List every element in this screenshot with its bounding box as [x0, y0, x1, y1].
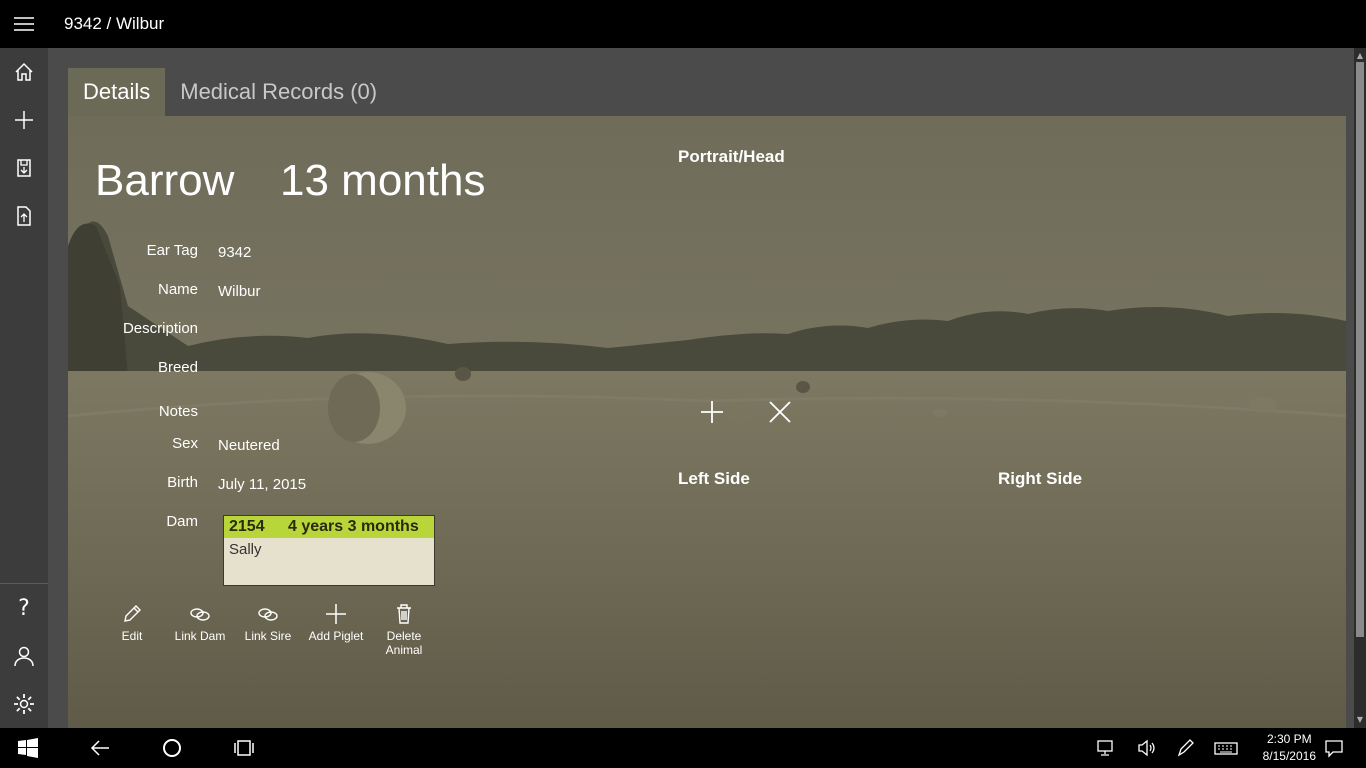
- add-icon: [326, 604, 346, 624]
- title-bar: 9342 / Wilbur: [0, 0, 1366, 48]
- add-piglet-button[interactable]: Add Piglet: [301, 603, 371, 643]
- add-icon: [701, 401, 723, 423]
- label-name: Name: [157, 281, 198, 298]
- taskbar: 2:30 PM 8/15/2016: [0, 728, 1366, 768]
- task-view-icon[interactable]: [224, 728, 264, 768]
- taskbar-clock[interactable]: 2:30 PM 8/15/2016: [1263, 731, 1316, 765]
- tab-strip: Details Medical Records (0): [68, 68, 392, 116]
- windows-start-icon[interactable]: [8, 728, 48, 768]
- close-icon: [769, 401, 791, 423]
- dam-name: Sally: [229, 541, 262, 558]
- edit-button[interactable]: Edit: [97, 603, 167, 643]
- link-icon: [258, 608, 278, 621]
- dam-card-header: 2154 4 years 3 months: [224, 516, 434, 538]
- link-sire-button[interactable]: Link Sire: [233, 603, 303, 643]
- action-center-icon[interactable]: [1322, 728, 1346, 768]
- scroll-down-icon[interactable]: ▼: [1354, 714, 1366, 726]
- label-dam: Dam: [166, 513, 198, 530]
- volume-icon[interactable]: [1134, 728, 1158, 768]
- tab-medical-records[interactable]: Medical Records (0): [165, 68, 392, 116]
- settings-icon[interactable]: [0, 680, 48, 728]
- value-ear-tag: 9342: [218, 244, 252, 261]
- dam-age: 4 years 3 months: [288, 518, 419, 535]
- nav-rail: ?: [0, 48, 48, 728]
- value-name: Wilbur: [218, 283, 261, 300]
- delete-animal-button-label: Delete Animal: [385, 629, 423, 657]
- user-icon[interactable]: [0, 632, 48, 680]
- remove-photo-button[interactable]: [768, 400, 792, 424]
- value-sex: Neutered: [218, 437, 280, 454]
- delete-animal-button[interactable]: Delete Animal: [369, 603, 439, 657]
- cortana-icon[interactable]: [152, 728, 192, 768]
- network-icon[interactable]: [1094, 728, 1118, 768]
- help-icon[interactable]: ?: [0, 584, 48, 632]
- add-icon[interactable]: [0, 96, 48, 144]
- value-birth: July 11, 2015: [218, 476, 307, 493]
- link-sire-button-label: Link Sire: [244, 629, 292, 643]
- add-photo-button[interactable]: [700, 400, 724, 424]
- link-icon: [190, 608, 210, 621]
- link-dam-button[interactable]: Link Dam: [165, 603, 235, 643]
- pencil-icon: [124, 605, 141, 622]
- vertical-scrollbar[interactable]: ▲ ▼: [1354, 48, 1366, 728]
- scroll-thumb[interactable]: [1356, 62, 1364, 637]
- label-breed: Breed: [157, 359, 198, 376]
- edit-button-label: Edit: [121, 629, 143, 643]
- pen-workspace-icon[interactable]: [1174, 728, 1198, 768]
- clock-time: 2:30 PM: [1266, 732, 1312, 746]
- hamburger-menu-icon[interactable]: [0, 0, 48, 48]
- page-title: 9342 / Wilbur: [64, 14, 165, 33]
- add-piglet-button-label: Add Piglet: [308, 629, 364, 643]
- label-description: Description: [122, 320, 198, 337]
- label-sex: Sex: [172, 435, 198, 452]
- home-icon[interactable]: [0, 48, 48, 96]
- export-icon[interactable]: [0, 192, 48, 240]
- animal-age: 13 months: [280, 156, 486, 205]
- clock-date: 8/15/2016: [1262, 749, 1316, 763]
- scroll-up-icon[interactable]: ▲: [1354, 50, 1366, 62]
- label-ear-tag: Ear Tag: [146, 242, 198, 259]
- trash-icon: [397, 604, 411, 624]
- label-notes: Notes: [158, 403, 198, 420]
- portrait-photo-label: Portrait/Head: [678, 147, 785, 166]
- label-birth: Birth: [167, 474, 198, 491]
- content-area: Details Medical Records (0) Barrow 13 mo…: [48, 48, 1366, 728]
- save-icon[interactable]: [0, 144, 48, 192]
- details-panel: Barrow 13 months Ear Tag 9342 Name Wilbu…: [68, 116, 1346, 728]
- dam-card[interactable]: 2154 4 years 3 months Sally: [223, 515, 435, 586]
- link-dam-button-label: Link Dam: [174, 629, 226, 643]
- left-side-photo-label: Left Side: [678, 469, 750, 488]
- animal-kind: Barrow: [95, 156, 235, 205]
- touch-keyboard-icon[interactable]: [1212, 728, 1240, 768]
- back-arrow-icon[interactable]: [80, 728, 120, 768]
- tab-details[interactable]: Details: [68, 68, 166, 116]
- right-side-photo-label: Right Side: [998, 469, 1083, 488]
- dam-ear-tag: 2154: [229, 518, 265, 535]
